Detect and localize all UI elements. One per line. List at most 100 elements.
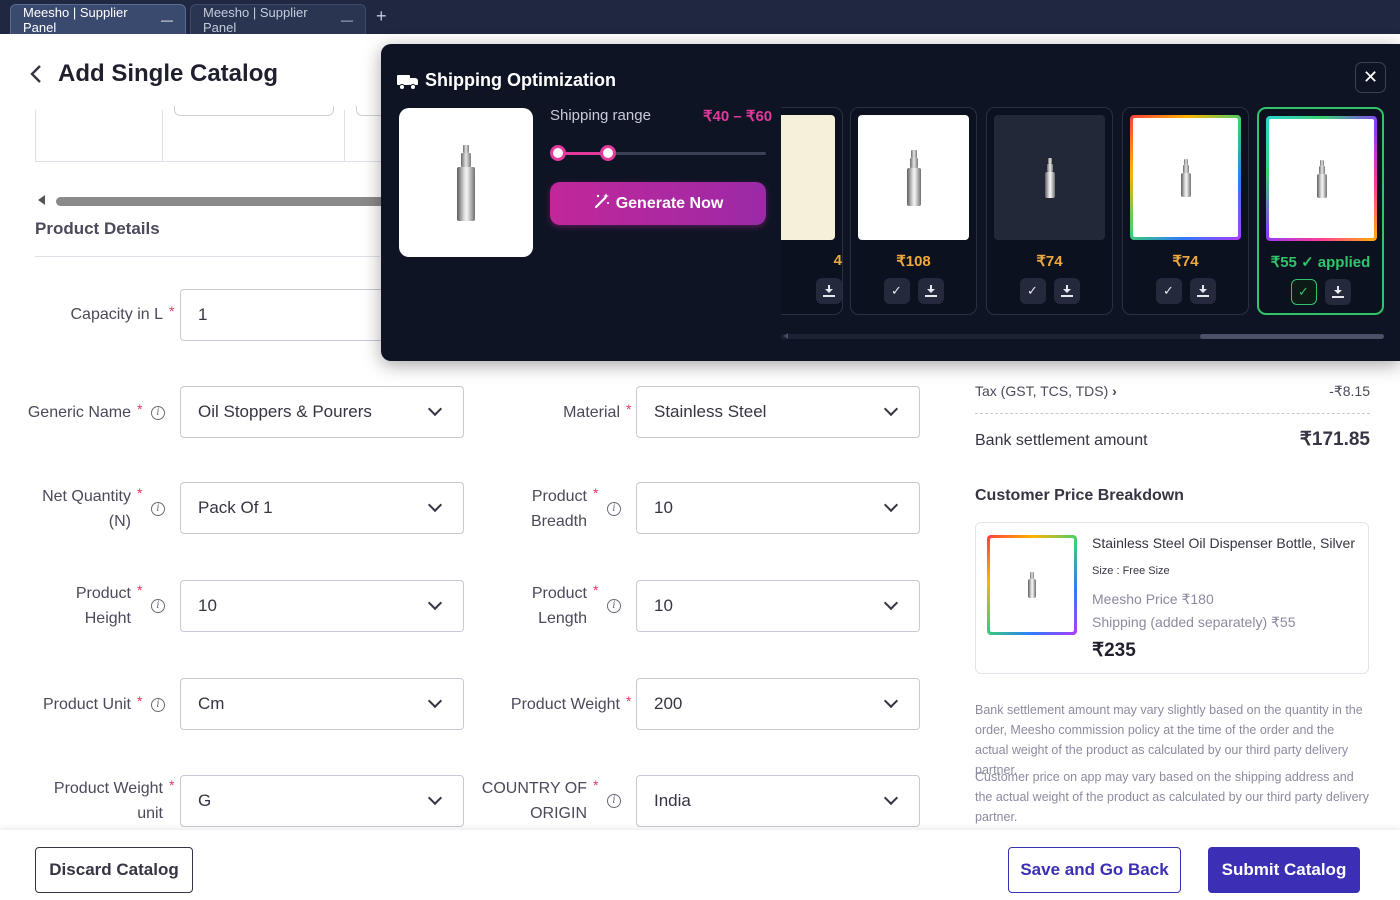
- required-mark: *: [593, 582, 599, 598]
- option-image: [1266, 116, 1377, 241]
- tax-row[interactable]: Tax (GST, TCS, TDS) › -₹8.15: [975, 383, 1370, 400]
- close-icon[interactable]: ✕: [1355, 62, 1386, 93]
- product-weight-unit-select[interactable]: G: [180, 775, 464, 827]
- range-min-handle[interactable]: [550, 145, 566, 161]
- chevron-right-icon: ›: [1112, 383, 1117, 399]
- chevron-down-icon: [427, 693, 443, 709]
- product-breadth-select[interactable]: 10: [636, 482, 920, 534]
- info-icon[interactable]: i: [151, 698, 165, 712]
- shipping-option-card[interactable]: 4: [781, 107, 843, 315]
- product-weight-value: 200: [654, 694, 683, 713]
- chevron-down-icon: [883, 401, 899, 417]
- product-weight-unit-label-line2: unit: [137, 805, 163, 822]
- required-mark: *: [169, 777, 175, 793]
- country-of-origin-label-line1: COUNTRY OF: [481, 780, 587, 797]
- save-and-go-back-button[interactable]: Save and Go Back: [1008, 847, 1181, 893]
- material-select[interactable]: Stainless Steel: [636, 386, 920, 438]
- shipping-range-value: ₹40 – ₹60: [703, 108, 773, 125]
- page-title: Add Single Catalog: [58, 60, 279, 87]
- download-icon[interactable]: [1189, 278, 1216, 304]
- info-icon[interactable]: i: [151, 599, 165, 613]
- horizontal-scrollbar[interactable]: [56, 197, 386, 206]
- product-height-value: 10: [198, 596, 217, 615]
- generate-now-label: Generate Now: [615, 194, 724, 212]
- range-max-handle[interactable]: [600, 145, 616, 161]
- option-image: [1130, 115, 1241, 240]
- product-weight-label: Product Weight: [510, 696, 620, 713]
- country-of-origin-value: India: [654, 791, 691, 810]
- check-icon[interactable]: ✓: [1290, 279, 1317, 305]
- info-icon[interactable]: i: [151, 406, 165, 420]
- chevron-down-icon: [427, 401, 443, 417]
- discard-catalog-button[interactable]: Discard Catalog: [35, 847, 193, 893]
- table-cell-input[interactable]: [174, 106, 334, 116]
- shipping-option-card[interactable]: ₹74 ✓: [986, 107, 1113, 315]
- product-length-label: Product Length: [500, 581, 587, 631]
- customer-price-note: Customer price on app may vary based on …: [975, 770, 1369, 824]
- required-mark: *: [593, 777, 599, 793]
- back-chevron-left-icon[interactable]: [26, 60, 46, 88]
- download-icon[interactable]: [917, 278, 944, 304]
- download-icon[interactable]: [1324, 279, 1351, 305]
- generic-name-label: Generic Name: [27, 404, 131, 421]
- shipping-price: Shipping (added separately) ₹55: [1092, 614, 1296, 630]
- browser-tab-inactive[interactable]: Meesho | Supplier Panel —: [190, 4, 366, 35]
- tab-close-icon[interactable]: —: [161, 13, 173, 27]
- tax-label: Tax (GST, TCS, TDS): [975, 383, 1109, 399]
- product-length-value: 10: [654, 596, 673, 615]
- net-quantity-select[interactable]: Pack Of 1: [180, 482, 464, 534]
- tab-close-icon[interactable]: —: [341, 13, 353, 27]
- capacity-input[interactable]: 1: [180, 289, 390, 341]
- info-icon[interactable]: i: [151, 502, 165, 516]
- product-name: Stainless Steel Oil Dispenser Bottle, Si…: [1092, 535, 1355, 551]
- generic-name-select[interactable]: Oil Stoppers & Pourers: [180, 386, 464, 438]
- option-image: [858, 115, 969, 240]
- truck-icon: [397, 73, 419, 90]
- material-value: Stainless Steel: [654, 402, 767, 421]
- product-height-label: Product Height: [20, 581, 131, 631]
- product-height-label-line1: Product: [75, 585, 131, 602]
- product-height-select[interactable]: 10: [180, 580, 464, 632]
- net-quantity-label: Net Quantity (N): [20, 484, 131, 534]
- download-icon[interactable]: [816, 278, 842, 304]
- catalog-table-fragment: [35, 106, 416, 162]
- info-icon[interactable]: i: [607, 599, 621, 613]
- carousel-scrollbar-thumb[interactable]: [1200, 334, 1384, 339]
- info-icon[interactable]: i: [607, 794, 621, 808]
- scroll-left-arrow-icon[interactable]: [38, 195, 45, 205]
- option-image: [994, 115, 1105, 240]
- product-unit-select[interactable]: Cm: [180, 678, 464, 730]
- product-weight-unit-label: Product Weight unit: [20, 776, 163, 826]
- country-of-origin-label: COUNTRY OF ORIGIN: [470, 776, 587, 826]
- product-weight-select[interactable]: 200: [636, 678, 920, 730]
- popup-title: Shipping Optimization: [397, 70, 616, 91]
- option-price: ₹108: [896, 253, 931, 270]
- product-length-select[interactable]: 10: [636, 580, 920, 632]
- magic-wand-icon: [593, 192, 611, 215]
- net-quantity-label-line1: Net Quantity: [42, 488, 131, 505]
- tax-label-group: Tax (GST, TCS, TDS) ›: [975, 383, 1117, 400]
- option-price: ₹74: [1036, 253, 1063, 270]
- product-breadth-label: Product Breadth: [500, 484, 587, 534]
- submit-catalog-button[interactable]: Submit Catalog: [1208, 847, 1360, 893]
- shipping-option-card[interactable]: ₹74 ✓: [1122, 107, 1249, 315]
- info-icon[interactable]: i: [607, 502, 621, 516]
- capacity-label: Capacity in L: [70, 306, 164, 323]
- country-of-origin-label-line2: ORIGIN: [530, 805, 587, 822]
- new-tab-button[interactable]: +: [376, 6, 387, 27]
- shipping-option-card-selected[interactable]: ₹55 ✓ applied ✓: [1257, 107, 1384, 315]
- chevron-down-icon: [883, 595, 899, 611]
- check-icon[interactable]: ✓: [1155, 278, 1182, 304]
- check-icon[interactable]: ✓: [1019, 278, 1046, 304]
- product-length-label-line1: Product: [531, 585, 587, 602]
- required-mark: *: [626, 693, 632, 709]
- scroll-left-arrow-icon[interactable]: [784, 333, 788, 339]
- download-icon[interactable]: [1053, 278, 1080, 304]
- popup-title-text: Shipping Optimization: [425, 70, 616, 90]
- browser-tab-active[interactable]: Meesho | Supplier Panel —: [10, 4, 186, 35]
- material-label: Material: [563, 404, 620, 421]
- shipping-option-card[interactable]: ₹108 ✓: [850, 107, 977, 315]
- generate-now-button[interactable]: Generate Now: [550, 182, 766, 225]
- country-of-origin-select[interactable]: India: [636, 775, 920, 827]
- check-icon[interactable]: ✓: [883, 278, 910, 304]
